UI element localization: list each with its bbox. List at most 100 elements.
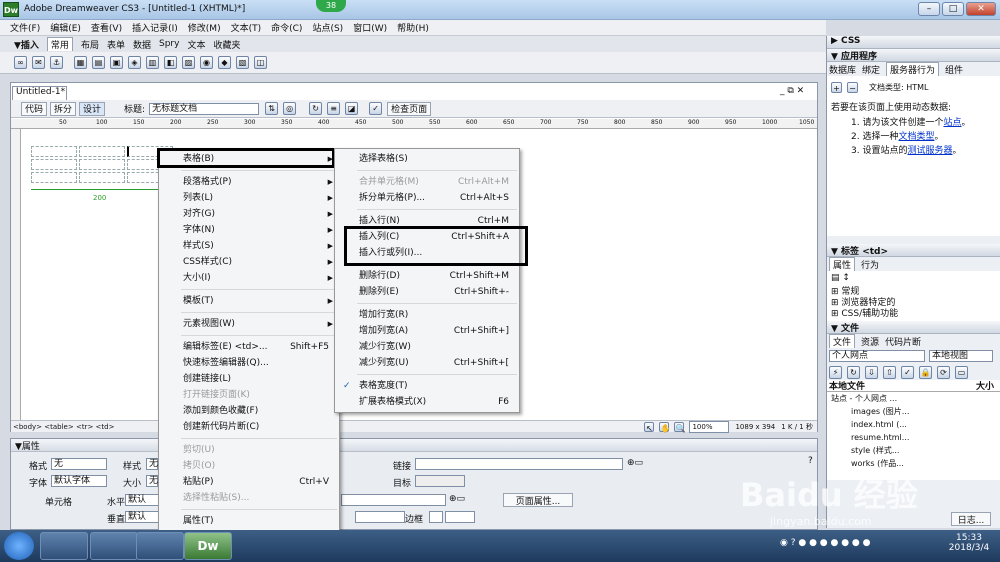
table-submenu-item[interactable]: 删除行(D) Ctrl+Shift+M	[335, 268, 519, 284]
local-files-header[interactable]: 本地文件	[829, 379, 865, 392]
tag-selector[interactable]: <body> <table> <tr> <td>	[13, 423, 114, 431]
zoom-select[interactable]: 100%	[689, 420, 730, 433]
connect-icon[interactable]: ⚡	[829, 365, 842, 379]
named-anchor-icon[interactable]: ⚓	[50, 56, 63, 69]
tab-behaviors[interactable]: 行为	[861, 258, 879, 271]
context-menu-item[interactable]: 大小(I) ▶	[159, 270, 339, 286]
document-tab[interactable]: Untitled-1*	[12, 86, 67, 100]
minimize-button[interactable]: –	[918, 2, 940, 16]
page-properties-button[interactable]: 页面属性...	[503, 493, 573, 507]
sync-icon[interactable]: ⟳	[937, 365, 950, 379]
check-out-icon[interactable]: ✓	[901, 365, 914, 379]
size-select[interactable]: 无	[146, 475, 158, 487]
table-submenu-item[interactable]: 增加行宽(R)	[335, 307, 519, 323]
notification-badge[interactable]: 38	[316, 0, 346, 12]
menu-text[interactable]: 文本(T)	[231, 21, 262, 34]
site-select[interactable]: 个人网点	[829, 350, 925, 362]
size-column-header[interactable]: 大小	[976, 379, 994, 392]
context-menu-item[interactable]: 编辑标签(E) <td>... Shift+F5	[159, 339, 339, 355]
help-icon[interactable]: ?	[808, 456, 813, 466]
start-button[interactable]	[4, 532, 34, 560]
view-options-icon[interactable]: ≡	[327, 102, 341, 115]
table-submenu-item[interactable]: 增加列宽(A) Ctrl+Shift+]	[335, 323, 519, 339]
font-select[interactable]: 默认字体	[51, 475, 107, 487]
tag-panel-header[interactable]: ▼ 标签 <td>	[827, 244, 1000, 257]
get-files-icon[interactable]: ⇩	[865, 365, 878, 379]
menu-insert-record[interactable]: 插入记录(I)	[132, 21, 178, 34]
height-input[interactable]	[355, 511, 405, 523]
date-icon[interactable]: ▥	[146, 56, 159, 69]
properties-header[interactable]: ▼属性	[11, 439, 817, 452]
tab-components[interactable]: 组件	[945, 63, 963, 76]
link-folder-icon[interactable]: ⊕▭	[627, 458, 643, 468]
log-button[interactable]: 日志...	[951, 512, 991, 526]
menu-edit[interactable]: 编辑(E)	[50, 21, 81, 34]
add-icon[interactable]: +	[831, 81, 842, 93]
image-icon[interactable]: ▣	[110, 56, 123, 69]
table-submenu-item[interactable]: 减少行宽(W)	[335, 339, 519, 355]
files-panel-header[interactable]: ▼ 文件	[827, 321, 1000, 334]
table-cell[interactable]	[31, 172, 77, 183]
context-menu-item[interactable]: CSS样式(C) ▶	[159, 254, 339, 270]
tree-item[interactable]: works (作品...	[831, 457, 1000, 470]
templates-icon[interactable]: ▧	[236, 56, 249, 69]
tab-files[interactable]: 文件	[829, 334, 856, 348]
tree-item[interactable]: style (样式...	[831, 444, 1000, 457]
step-link[interactable]: 站点	[943, 118, 961, 128]
table-icon[interactable]: ▦	[74, 56, 87, 69]
tab-spry[interactable]: Spry	[159, 39, 179, 49]
put-files-icon[interactable]: ⇧	[883, 365, 896, 379]
tab-favorites[interactable]: 收藏夹	[213, 38, 240, 51]
tab-layout[interactable]: 布局	[81, 38, 99, 51]
hyperlink-icon[interactable]: ∞	[14, 56, 27, 69]
attr-category[interactable]: ⊞ 常规	[831, 287, 996, 298]
tree-item[interactable]: images (图片...	[831, 405, 1000, 418]
bg-folder-icon[interactable]: ⊕▭	[449, 494, 465, 504]
view-select[interactable]: 本地视图	[929, 350, 993, 362]
menu-modify[interactable]: 修改(M)	[188, 21, 221, 34]
context-menu-item[interactable]: 列表(L) ▶	[159, 190, 339, 206]
taskbar-app-360[interactable]	[40, 532, 88, 560]
menu-commands[interactable]: 命令(C)	[271, 21, 302, 34]
attr-category[interactable]: ⊞ 浏览器特定的	[831, 298, 996, 309]
context-menu-item[interactable]: 创建新代码片断(C)	[159, 419, 339, 435]
context-menu-item[interactable]: 元素视图(W) ▶	[159, 316, 339, 332]
tab-forms[interactable]: 表单	[107, 38, 125, 51]
tab-data[interactable]: 数据	[133, 38, 151, 51]
taskbar-app-dreamweaver[interactable]: Dw	[184, 532, 232, 560]
refresh-files-icon[interactable]: ↻	[847, 365, 860, 379]
check-in-icon[interactable]: 🔒	[919, 365, 932, 379]
taskbar-app-folder[interactable]	[136, 532, 184, 560]
table-submenu-item[interactable]: 扩展表格模式(X) F6	[335, 394, 519, 410]
code-view-button[interactable]: 代码	[21, 101, 48, 116]
context-menu-item[interactable]: 对齐(G) ▶	[159, 206, 339, 222]
tray-icons[interactable]: ◉ ? ● ● ● ● ● ● ●	[780, 538, 871, 548]
tab-common[interactable]: 常用	[46, 37, 73, 51]
style-select[interactable]: 无	[146, 458, 158, 470]
close-button[interactable]: ✕	[966, 2, 996, 16]
design-view-button[interactable]: 设计	[79, 101, 106, 116]
tab-snippets[interactable]: 代码片断	[885, 335, 921, 348]
hand-tool-icon[interactable]: ✋	[659, 421, 670, 433]
email-link-icon[interactable]: ✉	[32, 56, 45, 69]
context-menu-item[interactable]: 段落格式(P) ▶	[159, 174, 339, 190]
document-window-controls[interactable]: _ ⧉ ✕	[780, 86, 814, 98]
vert-select[interactable]: 默认	[125, 511, 161, 523]
menu-help[interactable]: 帮助(H)	[397, 21, 429, 34]
context-menu-item[interactable]: 模板(T) ▶	[159, 293, 339, 309]
tab-databases[interactable]: 数据库	[829, 63, 856, 76]
category-view-icon[interactable]: ▤ ↕	[831, 273, 996, 287]
clock[interactable]: 15:33 2018/3/4	[944, 533, 994, 553]
context-menu-item[interactable]: 添加到颜色收藏(F)	[159, 403, 339, 419]
media-icon[interactable]: ◈	[128, 56, 141, 69]
check-page-button[interactable]: 检查页面	[387, 101, 432, 116]
table-submenu-item[interactable]: 删除列(E) Ctrl+Shift+-	[335, 284, 519, 300]
layer-icon[interactable]: ▤	[92, 56, 105, 69]
table-cell[interactable]	[79, 146, 125, 157]
menu-site[interactable]: 站点(S)	[312, 21, 343, 34]
refresh-icon[interactable]: ↻	[309, 102, 323, 115]
attr-category[interactable]: ⊞ CSS/辅助功能	[831, 309, 996, 320]
tree-item[interactable]: resume.html...	[831, 431, 1000, 444]
step-link[interactable]: 文档类型	[898, 132, 934, 142]
application-panel-header[interactable]: ▼ 应用程序	[827, 49, 1000, 62]
